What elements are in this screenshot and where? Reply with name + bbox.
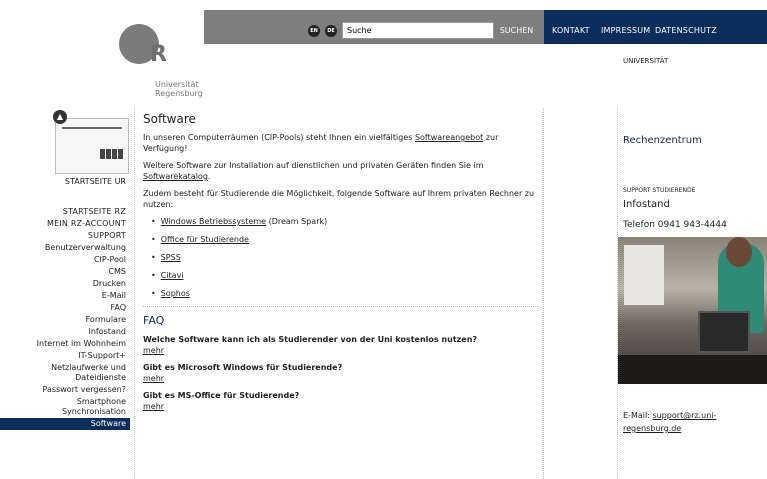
spss-link[interactable]: SPSS: [161, 253, 181, 262]
softwarekatalog-link[interactable]: Softwarekatalog: [143, 172, 208, 181]
sidebar-item-passwort[interactable]: Passwort vergessen?: [0, 384, 130, 396]
home-thumbnail[interactable]: ▲: [47, 110, 129, 174]
section-divider: [143, 306, 538, 307]
university-label[interactable]: UNIVERSITÄT: [623, 57, 668, 65]
email-contact: E-Mail: support@rz.uni-regensburg.de: [623, 411, 717, 433]
sidebar-item-support[interactable]: SUPPORT: [0, 230, 130, 242]
main-content: Software In unseren Computerräumen (CIP-…: [143, 112, 538, 419]
support-label: SUPPORT STUDIERENDE: [623, 187, 696, 194]
sidebar-home-link[interactable]: STARTSEITE UR: [65, 177, 126, 186]
catalog-paragraph: Weitere Software zur Installation auf di…: [143, 161, 484, 181]
logo-letter: R: [150, 42, 167, 67]
sophos-link[interactable]: Sophos: [161, 289, 190, 298]
sidebar-navigation: STARTSEITE RZ MEIN RZ-ACCOUNT SUPPORT Be…: [0, 206, 130, 430]
middle-divider: [543, 108, 544, 479]
list-item: Windows Betriebssysteme (Dream Spark): [151, 216, 538, 227]
chevron-up-icon: ▲: [53, 110, 67, 124]
page-thumbnail-icon: [55, 118, 129, 174]
sidebar-item-software[interactable]: Software: [0, 418, 130, 430]
search-input[interactable]: [342, 22, 494, 39]
sidebar-item-account[interactable]: MEIN RZ-ACCOUNT: [0, 218, 130, 230]
sidebar-item-smartphone[interactable]: Smartphone Synchronisation: [0, 396, 130, 418]
faq-more-link[interactable]: mehr: [143, 374, 164, 383]
search-button[interactable]: SUCHEN: [494, 22, 539, 39]
sidebar-item-it-support[interactable]: IT-Support+: [0, 350, 130, 362]
infostand-photo: [618, 237, 767, 384]
faq-more-link[interactable]: mehr: [143, 346, 164, 355]
faq-title: FAQ: [143, 314, 165, 327]
windows-link[interactable]: Windows Betriebssysteme: [161, 217, 266, 226]
nav-kontakt[interactable]: KONTAKT: [552, 26, 590, 35]
list-item: Office für Studierende: [151, 234, 538, 245]
sidebar-item-cip-pool[interactable]: CIP-Pool: [0, 254, 130, 266]
sidebar-item-cms[interactable]: CMS: [0, 266, 130, 278]
lang-en-button[interactable]: EN: [308, 25, 320, 37]
intro-paragraph: In unseren Computerräumen (CIP-Pools) st…: [143, 133, 499, 153]
phone-number: Telefon 0941 943-4444: [623, 220, 727, 230]
infostand-heading: Infostand: [623, 199, 670, 210]
faq-more-link[interactable]: mehr: [143, 402, 164, 411]
lang-de-button[interactable]: DE: [325, 25, 337, 37]
rechenzentrum-title: Rechenzentrum: [623, 135, 702, 146]
page-title: Software: [143, 112, 196, 126]
softwareangebot-link[interactable]: Softwareangebot: [415, 133, 483, 142]
sidebar-item-email[interactable]: E-Mail: [0, 290, 130, 302]
top-navigation: KONTAKT IMPRESSUM DATENSCHUTZ: [544, 10, 767, 44]
students-paragraph: Zudem besteht für Studierende die Möglic…: [143, 189, 535, 209]
sidebar-item-drucken[interactable]: Drucken: [0, 278, 130, 290]
office-link[interactable]: Office für Studierende: [161, 235, 249, 244]
sidebar-item-startseite-rz[interactable]: STARTSEITE RZ: [0, 206, 130, 218]
citavi-link[interactable]: Citavi: [161, 271, 184, 280]
list-item: SPSS: [151, 252, 538, 263]
list-item: Sophos: [151, 288, 538, 299]
list-item: Citavi: [151, 270, 538, 281]
software-list: Windows Betriebssysteme (Dream Spark) Of…: [151, 216, 538, 299]
sidebar-item-netzlaufwerke[interactable]: Netzlaufwerke und Dateidienste: [0, 362, 130, 384]
faq-question: Welche Software kann ich als Studierende…: [143, 335, 478, 344]
faq-question: Gibt es Microsoft Windows für Studierend…: [143, 363, 343, 372]
faq-question: Gibt es MS-Office für Studierende?: [143, 391, 300, 400]
sidebar-item-wohnheim[interactable]: Internet im Wohnheim: [0, 338, 130, 350]
logo[interactable]: R Universität Regensburg: [0, 0, 204, 100]
sidebar-item-formulare[interactable]: Formulare: [0, 314, 130, 326]
sidebar-item-faq[interactable]: FAQ: [0, 302, 130, 314]
left-divider: [134, 108, 135, 479]
nav-datenschutz[interactable]: DATENSCHUTZ: [655, 26, 717, 35]
sidebar-item-infostand[interactable]: Infostand: [0, 326, 130, 338]
logo-subtitle: Universität Regensburg: [155, 80, 203, 98]
sidebar-item-benutzerverwaltung[interactable]: Benutzerverwaltung: [0, 242, 130, 254]
nav-impressum[interactable]: IMPRESSUM: [601, 26, 650, 35]
